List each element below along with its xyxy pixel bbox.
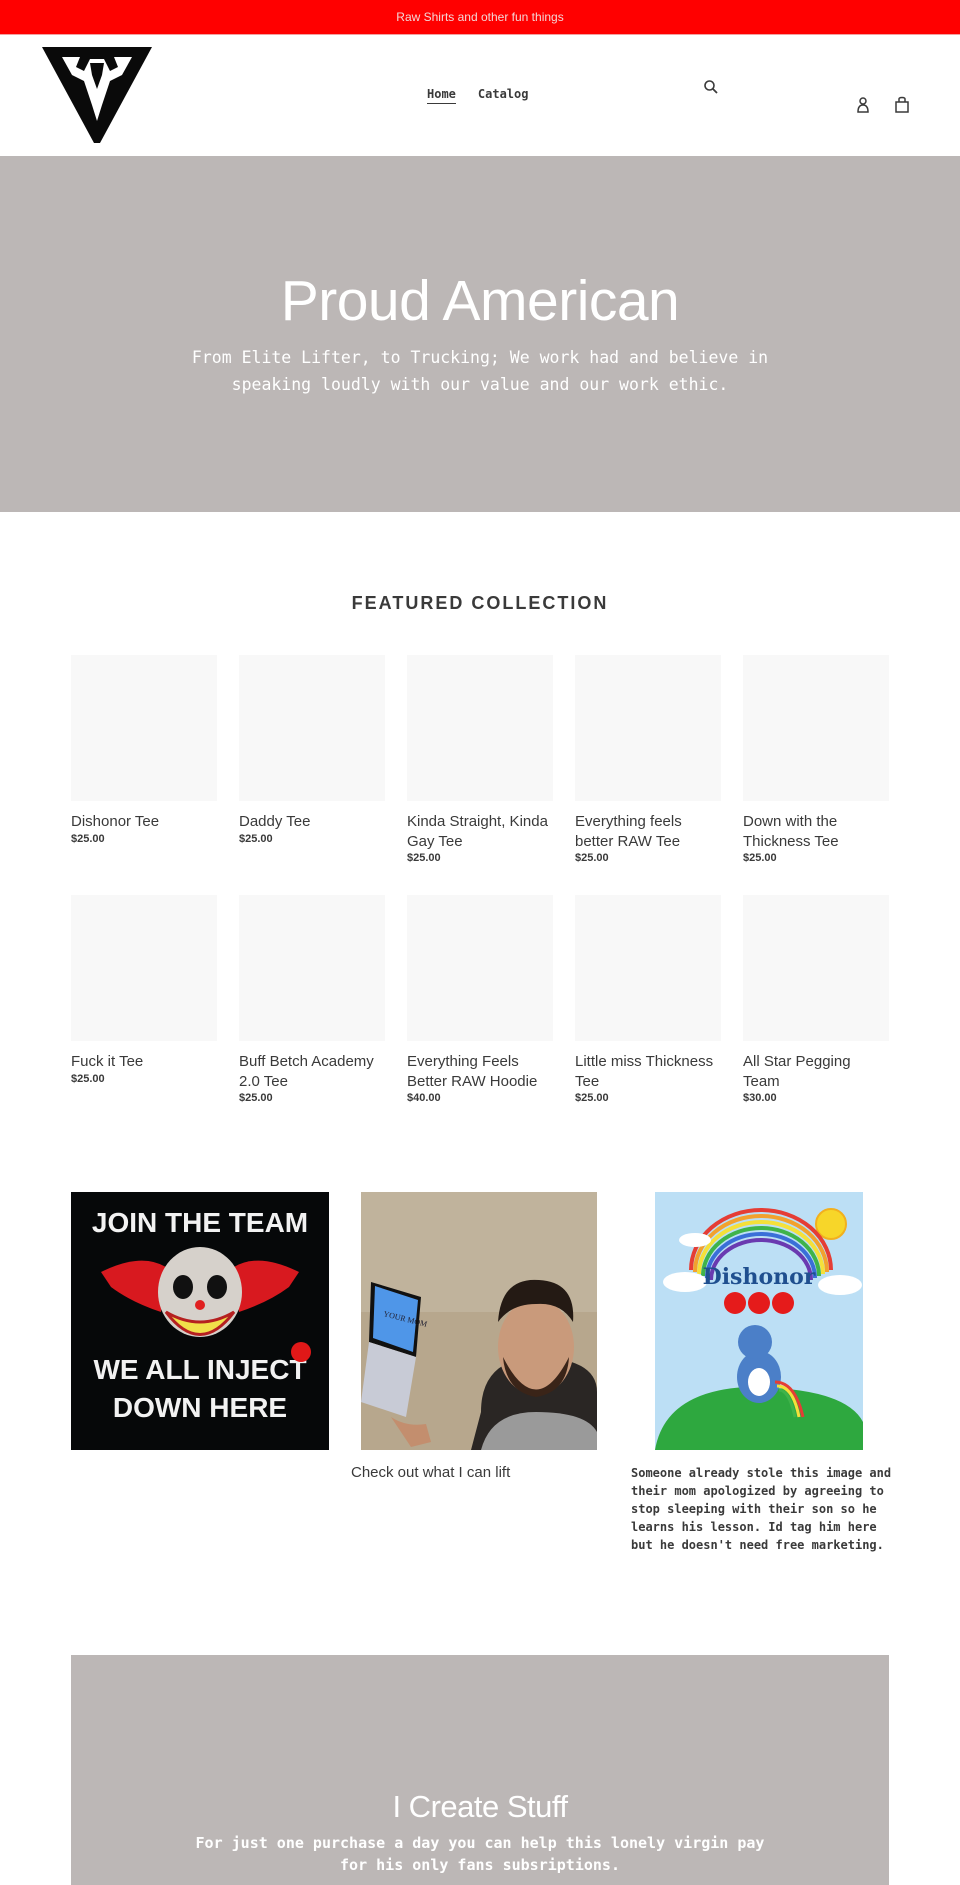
product-card[interactable]: Down with the Thickness Tee $25.00: [743, 655, 889, 864]
search-button[interactable]: [701, 77, 721, 97]
product-price: $25.00: [239, 1092, 273, 1104]
product-title[interactable]: Everything Feels Better RAW Hoodie: [407, 1052, 553, 1091]
product-card[interactable]: Fuck it Tee $25.00: [71, 895, 217, 1104]
product-title[interactable]: All Star Pegging Team: [743, 1052, 889, 1091]
hero-title: Proud American: [280, 269, 680, 333]
bear-caption: Someone already stole this image and the…: [631, 1466, 892, 1552]
product-price: $25.00: [575, 852, 609, 864]
art-title-text: Dishonor: [703, 1264, 816, 1290]
product-image[interactable]: [239, 895, 385, 1041]
product-title[interactable]: Buff Betch Academy 2.0 Tee: [239, 1052, 385, 1091]
product-card[interactable]: Little miss Thickness Tee $25.00: [575, 895, 721, 1104]
product-price: $40.00: [407, 1092, 441, 1104]
hero-banner: Proud American From Elite Lifter, to Tru…: [0, 156, 960, 512]
product-image[interactable]: [407, 655, 553, 801]
product-price: $25.00: [407, 852, 441, 864]
cart-button[interactable]: [892, 95, 912, 115]
product-image[interactable]: [71, 895, 217, 1041]
product-card[interactable]: Buff Betch Academy 2.0 Tee $25.00: [239, 895, 385, 1104]
poster-line-2: WE ALL INJECT: [93, 1354, 306, 1385]
product-image[interactable]: [575, 655, 721, 801]
product-title[interactable]: Kinda Straight, Kinda Gay Tee: [407, 812, 553, 851]
product-price: $25.00: [575, 1092, 609, 1104]
product-image[interactable]: [71, 655, 217, 801]
product-grid-row-2: Fuck it Tee $25.00 Buff Betch Academy 2.0…: [71, 895, 889, 1104]
gallery-image-photo: YOUR MOM: [361, 1192, 597, 1450]
gallery-image-dishonor-bear: Dishonor: [655, 1192, 863, 1450]
account-button[interactable]: [853, 95, 873, 115]
main-nav: Home Catalog: [427, 87, 528, 104]
account-icon: [857, 97, 869, 113]
poster-line-1: JOIN THE TEAM: [92, 1207, 308, 1238]
nav-home[interactable]: Home: [427, 87, 456, 104]
poster-line-3: DOWN HERE: [113, 1392, 287, 1423]
product-card[interactable]: All Star Pegging Team $30.00: [743, 895, 889, 1104]
cta-text: For just one purchase a day you can help…: [195, 1834, 765, 1874]
product-title[interactable]: Down with the Thickness Tee: [743, 812, 889, 851]
product-price: $30.00: [743, 1092, 777, 1104]
product-image[interactable]: [743, 655, 889, 801]
product-title[interactable]: Daddy Tee: [239, 812, 385, 832]
product-title[interactable]: Little miss Thickness Tee: [575, 1052, 721, 1091]
product-title[interactable]: Dishonor Tee: [71, 812, 217, 832]
brand-logo[interactable]: [40, 45, 154, 145]
product-card[interactable]: Everything feels better RAW Tee $25.00: [575, 655, 721, 864]
product-image[interactable]: [575, 895, 721, 1041]
product-price: $25.00: [239, 832, 273, 845]
cta-banner: I Create Stuff For just one purchase a d…: [71, 1655, 889, 1885]
search-icon: [704, 80, 718, 94]
product-card[interactable]: Kinda Straight, Kinda Gay Tee $25.00: [407, 655, 553, 864]
clown-poster-art: JOIN THE TEAM WE ALL INJECT DOWN HERE: [71, 1192, 329, 1450]
product-image[interactable]: [239, 655, 385, 801]
product-grid-row-1: Dishonor Tee $25.00 Daddy Tee $25.00 Kinda…: [71, 655, 889, 864]
product-card[interactable]: Daddy Tee $25.00: [239, 655, 385, 864]
product-image[interactable]: [743, 895, 889, 1041]
product-price: $25.00: [71, 832, 105, 845]
hero-subtitle: From Elite Lifter, to Trucking; We work …: [191, 348, 769, 394]
gallery-image-clown-poster: JOIN THE TEAM WE ALL INJECT DOWN HERE: [71, 1192, 329, 1450]
announcement-bar: Raw Shirts and other fun things: [0, 0, 960, 35]
product-card[interactable]: Everything Feels Better RAW Hoodie $40.00: [407, 895, 553, 1104]
announcement-text: Raw Shirts and other fun things: [396, 10, 564, 24]
product-price: $25.00: [71, 1072, 105, 1085]
product-title[interactable]: Everything feels better RAW Tee: [575, 812, 721, 851]
photo-art: YOUR MOM: [361, 1192, 597, 1450]
product-title[interactable]: Fuck it Tee: [71, 1052, 217, 1072]
cart-icon: [895, 96, 909, 113]
dishonor-bear-art: Dishonor: [655, 1192, 863, 1450]
product-image[interactable]: [407, 895, 553, 1041]
nav-catalog[interactable]: Catalog: [478, 87, 529, 104]
featured-collection-title: FEATURED COLLECTION: [351, 593, 609, 613]
site-header: Home Catalog: [0, 35, 960, 156]
product-card[interactable]: Dishonor Tee $25.00: [71, 655, 217, 864]
cta-title: I Create Stuff: [392, 1789, 568, 1824]
product-price: $25.00: [743, 852, 777, 864]
photo-caption: Check out what I can lift: [351, 1464, 511, 1481]
